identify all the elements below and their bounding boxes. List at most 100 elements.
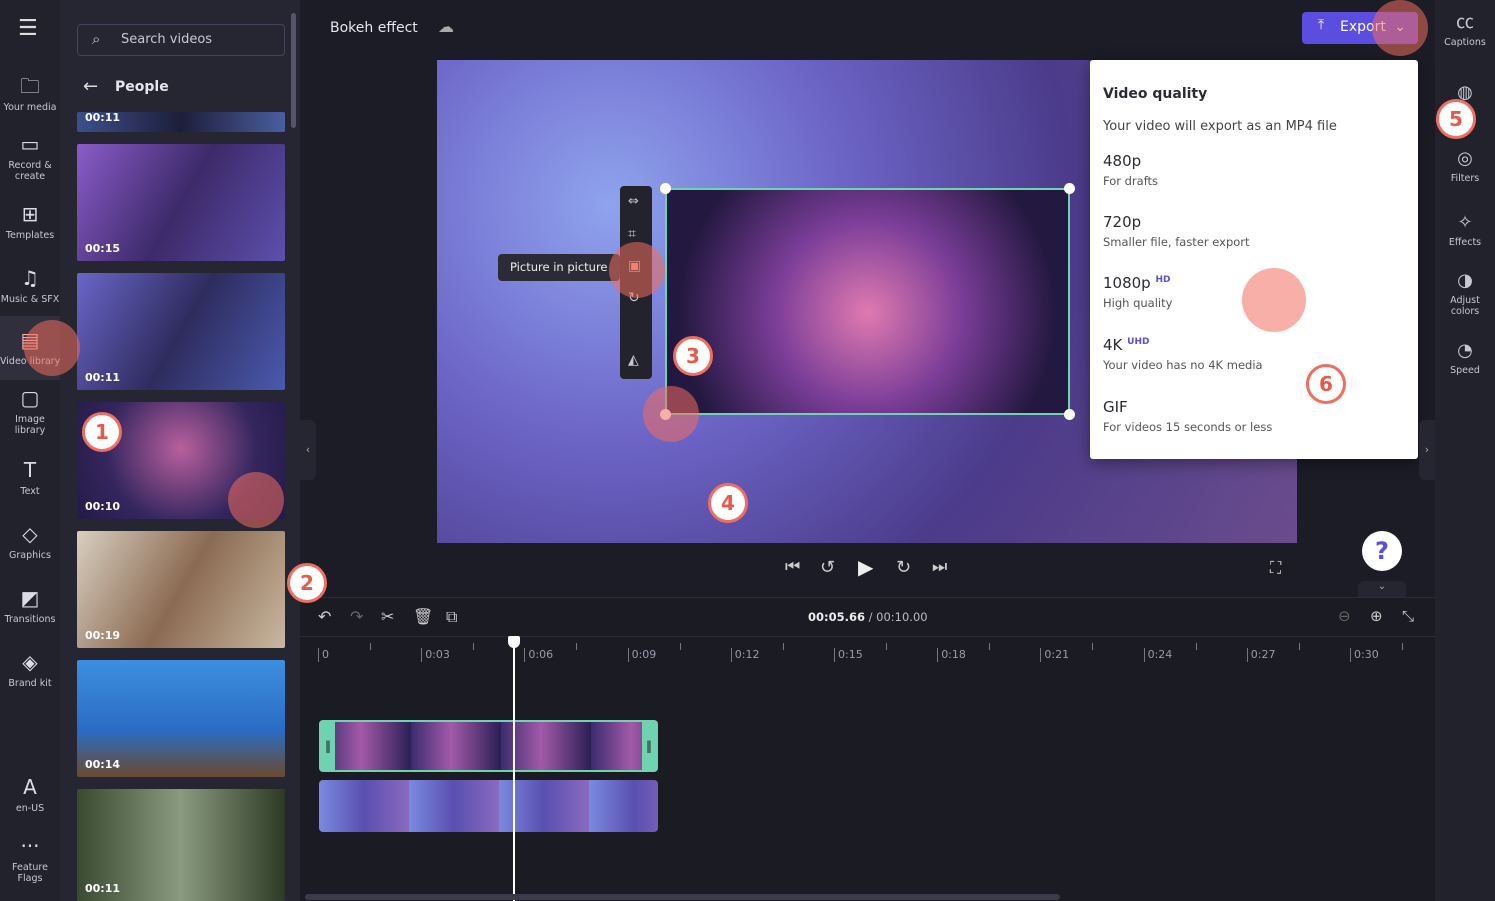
playhead-handle[interactable] (507, 636, 520, 648)
skip-back-icon[interactable]: ⏮ (785, 557, 800, 577)
nav-your-media[interactable]: 🗀 Your media (0, 74, 60, 113)
add-clip-icon[interactable]: ⧉ (446, 607, 457, 627)
duration: 00:14 (85, 758, 121, 771)
ruler-label: 0:09 (627, 648, 656, 662)
trim-handle-right[interactable]: ‖ (642, 722, 656, 770)
ruler-label: 0:03 (421, 648, 450, 662)
playhead[interactable] (507, 636, 520, 901)
nav-label: Record & create (8, 160, 52, 182)
video-track-clip[interactable]: ‖ ‖ (319, 720, 658, 772)
ritem-label: Effects (1448, 237, 1482, 248)
speed-button[interactable]: ◔ Speed (1435, 340, 1495, 376)
collapse-panel-button[interactable]: ‹ (300, 420, 316, 480)
nav-transitions[interactable]: ◩ Transitions (0, 586, 60, 625)
fit-timeline-icon[interactable]: ⤡ (1402, 607, 1414, 625)
nav-music-sfx[interactable]: ♫ Music & SFX (0, 266, 60, 305)
project-title[interactable]: Bokeh effect (330, 20, 418, 36)
ruler-minor-tick (1298, 643, 1300, 650)
play-icon[interactable]: ▶ (858, 555, 873, 579)
click-pointer (643, 386, 699, 442)
video-thumbnail[interactable]: 00:19 (77, 531, 285, 648)
step-badge: 2 (287, 563, 327, 603)
video-thumbnail[interactable]: 00:11 (77, 789, 285, 901)
option-desc: For videos 15 seconds or less (1103, 420, 1273, 434)
resize-handle[interactable] (1064, 183, 1075, 194)
video-thumbnail[interactable]: 00:15 (77, 144, 285, 261)
shapes-icon: ◇ (22, 522, 38, 546)
help-button[interactable]: ? (1362, 531, 1402, 571)
collapse-timeline-button[interactable]: ⌄ (1358, 581, 1406, 597)
upload-icon: ⤒ (1318, 17, 1325, 33)
ruler-label: 0:27 (1246, 648, 1276, 662)
option-gif[interactable]: GIF For videos 15 seconds or less (1103, 398, 1272, 434)
camera-icon: ▭ (20, 132, 40, 156)
duration: 00:10 (85, 500, 121, 513)
crop-icon[interactable]: ⌗ (628, 226, 636, 242)
music-icon: ♫ (21, 266, 39, 290)
nav-feature-flags[interactable]: ··· Feature Flags (0, 834, 60, 884)
option-label: 1080p (1103, 274, 1151, 292)
trim-handle-left[interactable]: ‖ (321, 722, 335, 770)
menu-icon[interactable]: ☰ (18, 16, 38, 41)
zoom-in-icon[interactable]: ⊕ (1370, 607, 1383, 625)
resize-handle[interactable] (1064, 409, 1075, 420)
background-track-clip[interactable] (319, 780, 658, 832)
search-input[interactable]: ⌕ Search videos (77, 24, 285, 56)
click-pointer (1372, 0, 1428, 56)
effects-button[interactable]: ✧ Effects (1435, 212, 1495, 248)
search-icon: ⌕ (92, 30, 101, 48)
brand-icon: ◈ (22, 650, 38, 674)
option-480p[interactable]: 480p For drafts (1103, 152, 1158, 188)
speed-icon: ◔ (1457, 340, 1473, 361)
option-desc: High quality (1103, 296, 1173, 310)
adjust-colors-button[interactable]: ◑ Adjust colors (1435, 270, 1495, 317)
fullscreen-icon[interactable]: ⛶ (1270, 558, 1281, 578)
click-pointer (609, 242, 665, 298)
redo-icon[interactable]: ↷ (350, 607, 363, 626)
nav-graphics[interactable]: ◇ Graphics (0, 522, 60, 561)
video-thumbnail[interactable]: 00:11 (77, 273, 285, 390)
option-desc: For drafts (1103, 174, 1159, 188)
captions-button[interactable]: ㏄ Captions (1435, 12, 1495, 48)
undo-icon[interactable]: ↶ (318, 607, 331, 626)
option-label: 4K (1103, 336, 1123, 354)
video-thumbnail[interactable]: 00:14 (77, 660, 285, 777)
fit-icon[interactable]: ⇔ (628, 194, 639, 209)
zoom-out-icon[interactable]: ⊖ (1338, 607, 1351, 625)
ritem-label: Adjust colors (1450, 295, 1480, 317)
ruler-label: 0:21 (1040, 648, 1069, 662)
nav-label: Graphics (9, 550, 51, 561)
timeline-scrollbar[interactable] (305, 894, 1060, 900)
filters-button[interactable]: ◎ Filters (1435, 148, 1495, 184)
nav-record-create[interactable]: ▭ Record & create (0, 132, 60, 182)
step-badge: 3 (673, 336, 713, 376)
scissors-icon[interactable]: ✂ (381, 607, 394, 626)
rewind-5-icon[interactable]: ↺ (820, 557, 835, 578)
nav-brand-kit[interactable]: ◈ Brand kit (0, 650, 60, 689)
ruler-label: 0:30 (1350, 648, 1379, 662)
ruler-label: 0 (318, 648, 329, 662)
back-button[interactable]: ← (83, 76, 98, 97)
pip-overlay-video[interactable] (660, 183, 1075, 420)
nav-image-library[interactable]: ▢ Image library (0, 386, 60, 436)
category-title: People (115, 79, 169, 95)
flip-icon[interactable]: ◭ (628, 352, 639, 368)
option-4k[interactable]: 4K UHD Your video has no 4K media (1103, 336, 1263, 372)
nav-language[interactable]: Aen-US (0, 775, 60, 814)
ruler-minor-tick (679, 643, 681, 650)
panel-scrollbar[interactable] (291, 13, 296, 128)
skip-forward-icon[interactable]: ⏭ (932, 557, 947, 577)
wand-icon: ✧ (1457, 212, 1473, 233)
resize-handle[interactable] (660, 183, 671, 194)
forward-5-icon[interactable]: ↻ (896, 557, 911, 578)
nav-templates[interactable]: ⊞ Templates (0, 202, 60, 241)
click-pointer (1242, 268, 1306, 332)
video-thumbnail[interactable]: 00:11 (77, 112, 285, 132)
menu-title: Video quality (1103, 86, 1208, 102)
nav-text[interactable]: T Text (0, 458, 60, 497)
trash-icon[interactable]: 🗑 (413, 607, 433, 626)
option-1080p[interactable]: 1080p HD High quality (1103, 274, 1172, 310)
option-720p[interactable]: 720p Smaller file, faster export (1103, 213, 1250, 249)
duration: 00:19 (85, 629, 121, 642)
collapse-right-button[interactable]: › (1419, 420, 1435, 480)
